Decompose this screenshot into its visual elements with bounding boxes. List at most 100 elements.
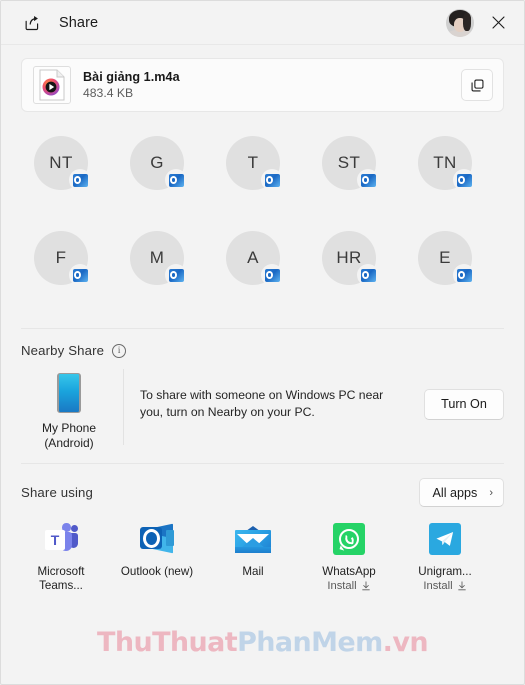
app-label: WhatsApp xyxy=(322,565,376,578)
share-app-outlook[interactable]: Outlook (new) xyxy=(109,521,205,593)
outlook-badge-icon xyxy=(69,169,91,191)
phone-icon xyxy=(57,373,81,413)
close-button[interactable] xyxy=(478,7,518,39)
contact-name xyxy=(305,292,393,318)
info-icon[interactable]: i xyxy=(112,343,127,358)
outlook-badge-icon xyxy=(165,264,187,286)
copy-button[interactable] xyxy=(461,69,493,101)
watermark-part2: PhanMem xyxy=(237,627,383,658)
telegram-icon xyxy=(427,521,463,557)
contact-name xyxy=(401,292,489,318)
contact-item[interactable]: A xyxy=(205,223,301,318)
file-card: Bài giảng 1.m4a 483.4 KB xyxy=(21,58,504,112)
device-label-line2: (Android) xyxy=(44,436,94,450)
audio-file-icon xyxy=(33,66,71,104)
contact-item[interactable]: G xyxy=(109,128,205,223)
contact-initials: ST xyxy=(337,153,361,172)
contact-item[interactable]: T xyxy=(205,128,301,223)
contact-initials: F xyxy=(55,248,67,267)
contact-item[interactable]: HR xyxy=(301,223,397,318)
contact-item[interactable]: ST xyxy=(301,128,397,223)
outlook-badge-icon xyxy=(357,169,379,191)
app-label: Microsoft Teams... xyxy=(37,565,85,592)
app-install-action[interactable]: Install xyxy=(423,580,466,592)
share-app-whatsapp[interactable]: WhatsApp Install xyxy=(301,521,397,593)
device-label-line1: My Phone xyxy=(41,421,97,435)
all-apps-button[interactable]: All apps › xyxy=(418,478,504,507)
share-using-title: Share using xyxy=(21,485,94,500)
contact-item[interactable]: M xyxy=(109,223,205,318)
share-dialog-window: Share Bài giảng 1.m4a 483.4 KB NT G T ST… xyxy=(0,0,525,685)
vertical-divider xyxy=(123,369,124,445)
turn-on-button[interactable]: Turn On xyxy=(424,388,504,420)
contact-name xyxy=(113,197,201,223)
contact-name xyxy=(113,292,201,318)
contacts-grid: NT G T ST TN F M A HR E xyxy=(13,128,512,318)
outlook-badge-icon xyxy=(453,169,475,191)
contact-row: F M A HR E xyxy=(13,223,512,318)
dialog-content: Bài giảng 1.m4a 483.4 KB NT G T ST TN F … xyxy=(1,45,524,684)
install-label: Install xyxy=(423,580,453,592)
contact-item[interactable]: TN xyxy=(397,128,493,223)
nearby-share-title: Nearby Share xyxy=(21,343,105,358)
outlook-badge-icon xyxy=(69,264,91,286)
contact-name xyxy=(209,197,297,223)
all-apps-label: All apps xyxy=(432,485,478,500)
contact-initials: G xyxy=(150,153,164,172)
app-install-action[interactable]: Install xyxy=(327,580,370,592)
share-apps-row: T Microsoft Teams... Outlook (new) Mail … xyxy=(1,507,524,593)
contact-avatar: F xyxy=(34,231,91,286)
device-label: My Phone (Android) xyxy=(42,421,96,451)
app-label: Outlook (new) xyxy=(120,565,194,578)
outlook-icon xyxy=(139,521,175,557)
app-label: Unigram... xyxy=(418,565,472,578)
contact-initials: HR xyxy=(336,248,362,267)
contact-avatar: HR xyxy=(322,231,379,286)
account-avatar[interactable] xyxy=(446,8,474,37)
share-using-header: Share using All apps › xyxy=(1,464,524,507)
contact-avatar: NT xyxy=(34,136,91,191)
file-size: 483.4 KB xyxy=(83,86,134,100)
contact-avatar: G xyxy=(130,136,187,191)
whatsapp-icon xyxy=(331,521,367,557)
share-app-teams[interactable]: T Microsoft Teams... xyxy=(13,521,109,593)
outlook-badge-icon xyxy=(261,169,283,191)
window-title: Share xyxy=(59,14,99,31)
outlook-badge-icon xyxy=(357,264,379,286)
watermark-part1: ThuThuat xyxy=(97,627,238,658)
share-icon xyxy=(23,14,41,32)
contact-item[interactable]: NT xyxy=(13,128,109,223)
outlook-badge-icon xyxy=(453,264,475,286)
contact-initials: T xyxy=(247,153,259,172)
contact-name xyxy=(17,292,105,318)
outlook-badge-icon xyxy=(261,264,283,286)
titlebar: Share xyxy=(1,1,524,45)
install-label: Install xyxy=(327,580,357,592)
contact-name xyxy=(305,197,393,223)
nearby-share-body: My Phone (Android) To share with someone… xyxy=(1,358,524,451)
app-label: Mail xyxy=(242,565,264,578)
avatar-hair-side xyxy=(463,12,471,31)
contact-avatar: TN xyxy=(418,136,475,191)
nearby-message-row: To share with someone on Windows PC near… xyxy=(140,367,504,451)
titlebar-right xyxy=(446,7,524,39)
contact-name xyxy=(401,197,489,223)
file-name: Bài giảng 1.m4a xyxy=(83,70,180,84)
contact-avatar: E xyxy=(418,231,475,286)
nearby-message-line2: turn on Nearby on your PC. xyxy=(166,405,315,419)
contact-initials: TN xyxy=(433,153,457,172)
file-meta: Bài giảng 1.m4a 483.4 KB xyxy=(83,70,180,100)
download-icon xyxy=(457,581,466,591)
nearby-device-my-phone[interactable]: My Phone (Android) xyxy=(21,367,117,451)
share-app-unigram[interactable]: Unigram... Install xyxy=(397,521,493,593)
share-app-mail[interactable]: Mail xyxy=(205,521,301,593)
contact-avatar: A xyxy=(226,231,283,286)
watermark: ThuThuatPhanMem.vn xyxy=(1,627,524,658)
contact-item[interactable]: E xyxy=(397,223,493,318)
contact-avatar: ST xyxy=(322,136,379,191)
contact-name xyxy=(209,292,297,318)
contact-item[interactable]: F xyxy=(13,223,109,318)
contact-row: NT G T ST TN xyxy=(13,128,512,223)
contact-avatar: T xyxy=(226,136,283,191)
contact-name xyxy=(17,197,105,223)
